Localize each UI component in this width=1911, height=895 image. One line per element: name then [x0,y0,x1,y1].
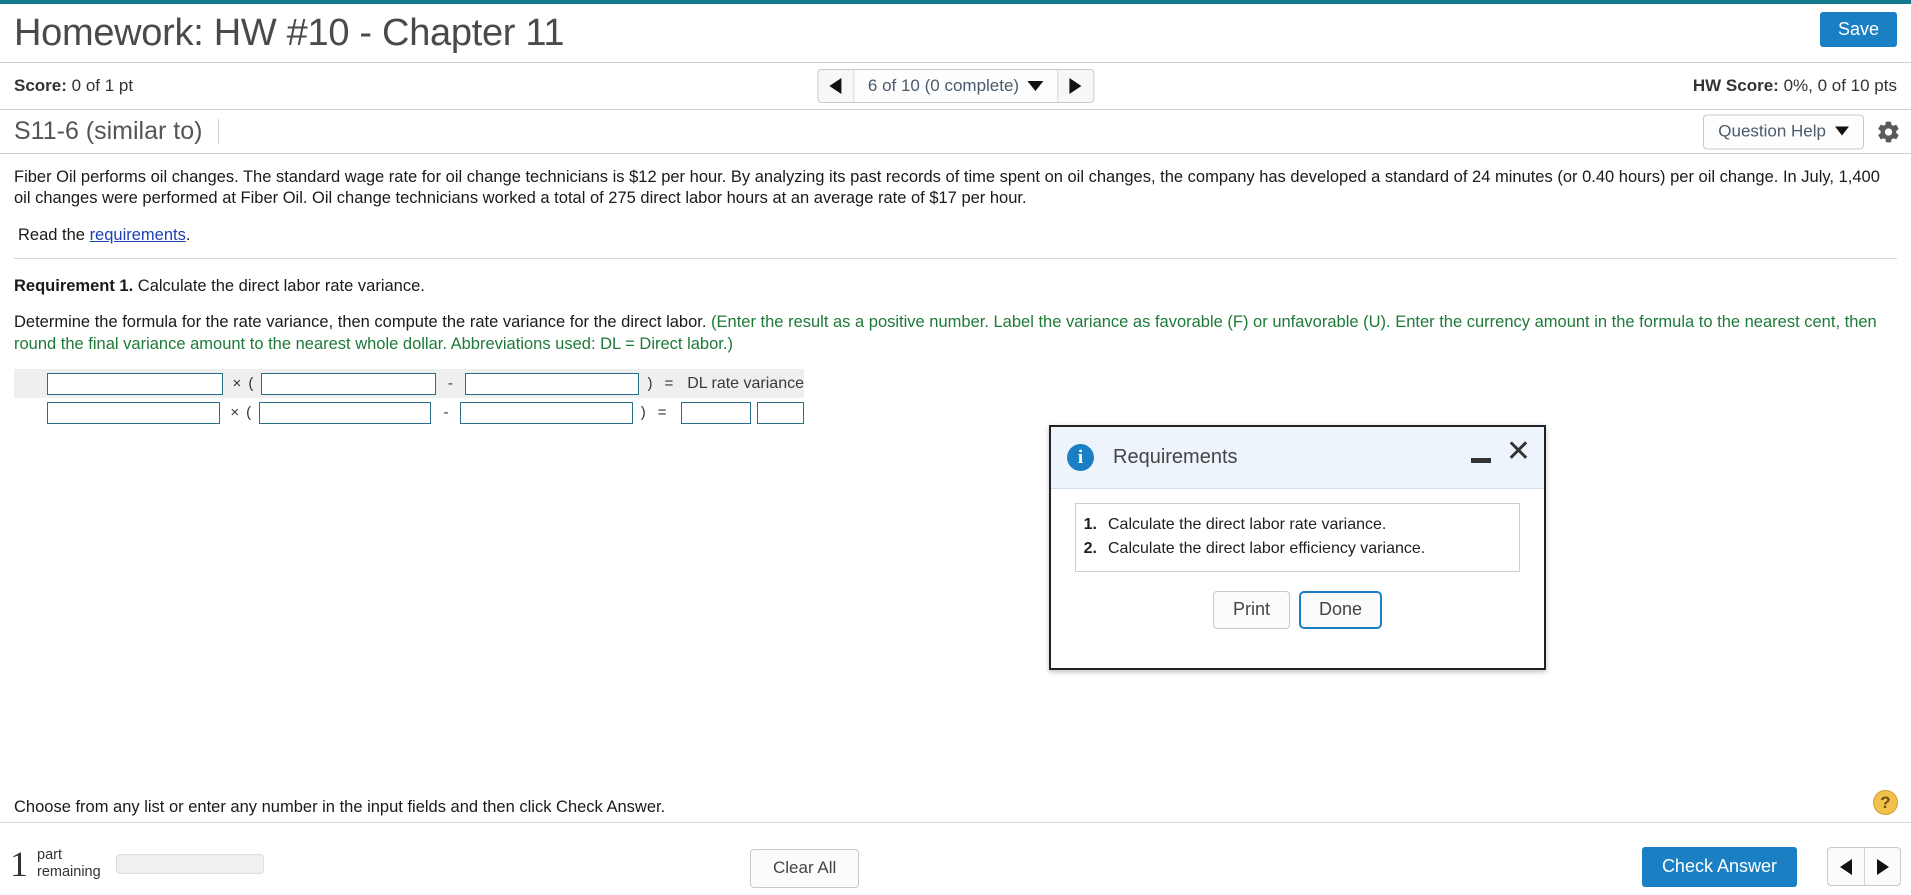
prev-question-button[interactable] [817,70,854,102]
multiply-symbol: × [230,404,240,422]
variance-flag-input[interactable] [756,401,804,424]
prev-part-button[interactable] [1828,848,1864,885]
question-content: Fiber Oil performs oil changes. The stan… [0,154,1911,427]
requirement-text: Calculate the direct labor rate variance… [133,277,425,296]
paren-close-symbol: ) [647,375,653,393]
variance-amount-input[interactable] [680,401,752,424]
dl-rate-variance-label: DL rate variance [687,374,804,392]
problem-statement: Fiber Oil performs oil changes. The stan… [14,168,1880,208]
requirement-number: 2. [1083,540,1097,557]
question-navigator[interactable]: 6 of 10 (0 complete) [816,69,1095,103]
question-id-bar: S11-6 (similar to) Question Help [0,110,1911,154]
determine-instructions: Determine the formula for the rate varia… [14,296,1897,355]
hw-score-text: HW Score: 0%, 0 of 10 pts [1693,76,1897,96]
formula-label-standard-rate[interactable] [464,372,640,395]
help-icon[interactable]: ? [1873,790,1898,815]
question-id: S11-6 (similar to) [14,119,220,144]
formula-value-standard-rate[interactable] [460,401,633,424]
hw-score-value: 0%, 0 of 10 pts [1778,76,1897,95]
save-button[interactable]: Save [1819,12,1897,47]
requirements-list: 1. Calculate the direct labor rate varia… [1082,513,1509,561]
next-question-button[interactable] [1057,70,1094,102]
triangle-left-icon [1840,858,1852,875]
requirements-box: 1. Calculate the direct labor rate varia… [1075,503,1520,572]
requirement-item-text: Calculate the direct labor efficiency va… [1108,540,1426,557]
question-bar-actions: Question Help [1703,114,1901,149]
requirements-dialog: i Requirements ✕ 1. Calculate the direct… [1049,425,1546,670]
formula-row-labels: × ( - ) = DL rate variance [14,369,804,399]
parts-label-line2: remaining [37,863,101,880]
score-bar: Score: 0 of 1 pt 6 of 10 (0 complete) HW… [0,63,1911,110]
requirement-item-text: Calculate the direct labor rate variance… [1108,516,1387,533]
done-button[interactable]: Done [1298,591,1383,629]
requirements-link[interactable]: requirements [90,226,186,244]
list-item: 2. Calculate the direct labor efficiency… [1082,537,1509,561]
hw-score-label: HW Score: [1692,76,1779,95]
triangle-right-icon [1876,858,1889,875]
dialog-body: 1. Calculate the direct labor rate varia… [1051,489,1544,629]
formula-label-actual-rate[interactable] [261,372,436,395]
question-help-label: Question Help [1718,121,1826,140]
paren-close-symbol: ) [640,404,646,422]
requirement-heading: Requirement 1. Calculate the direct labo… [14,259,1897,296]
score-value: 0 of 1 pt [66,76,134,95]
parts-remaining-count: 1 [10,843,28,884]
caret-down-icon [1835,126,1849,136]
next-part-button[interactable] [1864,848,1900,885]
clear-all-button[interactable]: Clear All [750,849,860,888]
dialog-header: i Requirements ✕ [1051,427,1544,489]
homework-page: Homework: HW #10 - Chapter 11 Save Score… [0,0,1911,895]
footer-bar: 1 part remaining Clear All Check Answer [0,823,1911,895]
minimize-icon[interactable] [1470,457,1491,463]
progress-bar [115,853,264,874]
score-label: Score: [14,76,67,95]
equals-symbol: = [664,375,674,393]
requirement-label: Requirement 1. [14,277,134,296]
formula-label-actual-hours[interactable] [47,372,223,395]
caret-down-icon [1027,81,1044,91]
triangle-right-icon [1069,78,1082,94]
dialog-buttons: Print Done [1075,591,1520,629]
close-icon[interactable]: ✕ [1506,437,1531,467]
formula-row-values: × ( - ) = [14,398,804,427]
read-prefix: Read the [18,226,90,245]
determine-black-text: Determine the formula for the rate varia… [14,313,712,332]
gear-icon[interactable] [1876,119,1901,144]
question-selector[interactable]: 6 of 10 (0 complete) [853,70,1058,102]
multiply-symbol: × [232,375,242,393]
paren-open-symbol: ( [248,375,254,393]
requirement-number: 1. [1083,516,1097,533]
dialog-window-controls: ✕ [1470,437,1531,467]
question-help-button[interactable]: Question Help [1703,114,1864,149]
check-answer-button[interactable]: Check Answer [1641,847,1797,887]
print-button[interactable]: Print [1212,591,1290,629]
parts-remaining-label: part remaining [37,847,101,881]
equals-symbol: = [657,404,667,422]
minus-symbol: - [443,404,449,422]
title-bar: Homework: HW #10 - Chapter 11 Save [0,4,1911,63]
parts-label-line1: part [37,847,62,863]
info-icon: i [1067,444,1094,471]
dialog-title: Requirements [1113,446,1238,468]
list-item: 1. Calculate the direct labor rate varia… [1082,513,1509,537]
parts-remaining: 1 part remaining [10,843,264,884]
score-text: Score: 0 of 1 pt [14,76,133,96]
question-progress-label: 6 of 10 (0 complete) [867,76,1020,95]
read-suffix: . [185,226,191,245]
read-requirements-line: Read the requirements. [14,209,1897,258]
paren-open-symbol: ( [246,404,252,422]
triangle-left-icon [829,78,842,94]
footer-hint: Choose from any list or enter any number… [14,798,666,816]
footer-pager [1827,847,1901,886]
variance-formula-grid: × ( - ) = DL rate variance × ( - ) = [14,369,804,427]
formula-value-actual-hours[interactable] [47,401,221,424]
formula-value-actual-rate[interactable] [259,401,432,424]
page-title: Homework: HW #10 - Chapter 11 [14,12,565,54]
minus-symbol: - [447,375,453,393]
